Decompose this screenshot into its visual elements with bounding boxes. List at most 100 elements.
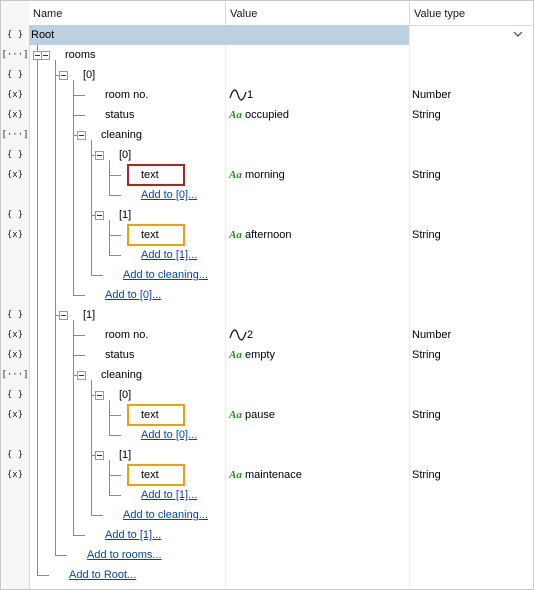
value-icon: {x} [6,170,24,180]
string-aa-icon: Aa [229,409,242,421]
tree-row[interactable]: { } [1] [1,205,533,225]
blank-icon [1,185,29,205]
add-item-row[interactable]: Add to [0]... [1,425,533,445]
add-item-link[interactable]: Add to [1]... [141,245,197,265]
tree-row[interactable]: {x} room no. 2 Number [1,325,533,345]
node-name: Root [31,29,55,41]
node-name: room no. [105,329,149,341]
node-value[interactable]: Aa morning [229,165,285,185]
header-value-type[interactable]: Value type [410,1,465,25]
tree-row[interactable]: { } [1] [1,445,533,465]
tree-row[interactable]: {x} text Aa pause String [1,405,533,425]
add-item-link[interactable]: Add to [1]... [105,525,161,545]
collapse-toggle-icon[interactable] [95,211,104,220]
node-value-text: morning [245,169,285,181]
collapse-toggle-icon[interactable] [59,311,68,320]
array-icon: [···] [1,370,29,380]
blank-icon [1,525,29,545]
add-item-link[interactable]: Add to cleaning... [123,505,208,525]
node-value-text: 1 [247,89,254,101]
string-aa-icon: Aa [229,469,242,481]
number-wave-icon [229,329,247,341]
node-value-type: String [412,349,441,361]
add-item-row[interactable]: Add to [1]... [1,485,533,505]
node-value[interactable]: Aa occupied [229,105,289,125]
blank-icon [1,565,29,585]
blank-icon [1,505,29,525]
node-name: cleaning [101,369,142,381]
value-icon: {x} [6,110,24,120]
add-item-link[interactable]: Add to [0]... [141,185,197,205]
value-icon: {x} [6,350,24,360]
add-item-link[interactable]: Add to Root... [69,565,136,585]
node-value[interactable]: Aa pause [229,405,275,425]
collapse-toggle-icon[interactable] [77,371,86,380]
tree-row[interactable]: { } Root [7,25,409,45]
value-icon: {x} [6,90,24,100]
add-item-row[interactable]: Add to cleaning... [1,265,533,285]
collapse-toggle-icon[interactable] [95,451,104,460]
tree-row[interactable]: {x} status Aa occupied String [1,105,533,125]
node-value-type: String [412,229,441,241]
tree-row[interactable]: {x} room no. 1 Number [1,85,533,105]
node-value-type: String [412,409,441,421]
tree-row[interactable]: { } [0] [1,65,533,85]
object-icon: { } [6,70,24,80]
node-value-text: empty [245,349,275,361]
node-name: [1] [119,209,132,221]
collapse-toggle-icon[interactable] [77,131,86,140]
tree-row[interactable]: { } [1] [1,305,533,325]
chevron-down-icon[interactable] [513,29,523,39]
object-icon: { } [6,150,24,160]
collapse-toggle-icon[interactable] [59,71,68,80]
header-value[interactable]: Value [226,1,257,25]
blank-icon [1,245,29,265]
tree-row[interactable]: { } [0] [1,145,533,165]
collapse-toggle-icon[interactable] [33,51,42,60]
add-item-link[interactable]: Add to [0]... [141,425,197,445]
number-wave-icon [229,89,247,101]
add-item-row[interactable]: Add to [1]... [1,525,533,545]
add-item-link[interactable]: Add to [1]... [141,485,197,505]
node-value-text: pause [245,409,275,421]
node-name: room no. [105,89,149,101]
node-value[interactable]: Aa empty [229,345,275,365]
value-icon: {x} [6,330,24,340]
tree-row[interactable]: {x} text Aa maintenace String [1,465,533,485]
node-name: cleaning [101,129,142,141]
tree-row[interactable]: {x} status Aa empty String [1,345,533,365]
node-value[interactable]: Aa afternoon [229,225,291,245]
node-value-text: maintenace [245,469,302,481]
collapse-toggle-icon[interactable] [95,391,104,400]
node-value-text: 2 [247,329,254,341]
node-name: [1] [119,449,132,461]
add-item-row[interactable]: Add to [1]... [1,245,533,265]
string-aa-icon: Aa [229,169,242,181]
add-item-row[interactable]: Add to [0]... [1,185,533,205]
node-name: text [141,229,159,241]
add-item-row[interactable]: Add to Root... [1,565,533,585]
object-icon: { } [6,310,24,320]
node-value-type: Number [412,329,452,341]
collapse-toggle-icon[interactable] [41,51,50,60]
add-item-link[interactable]: Add to [0]... [105,285,161,305]
node-value-type: Number [412,89,452,101]
node-value[interactable]: 2 [229,325,253,345]
add-item-row[interactable]: Add to rooms... [1,545,533,565]
tree-row[interactable]: {x} text Aa morning String [1,165,533,185]
header-name[interactable]: Name [29,1,62,25]
add-item-row[interactable]: Add to cleaning... [1,505,533,525]
node-value-text: occupied [245,109,290,121]
tree-row[interactable]: [···] rooms [1,45,533,65]
node-value-type: String [412,469,441,481]
tree-row[interactable]: { } [0] [1,385,533,405]
tree-row[interactable]: {x} text Aa afternoon String [1,225,533,245]
add-item-link[interactable]: Add to cleaning... [123,265,208,285]
add-item-link[interactable]: Add to rooms... [87,545,162,565]
node-value[interactable]: 1 [229,85,253,105]
node-value-type: String [412,169,441,181]
add-item-row[interactable]: Add to [0]... [1,285,533,305]
node-value[interactable]: Aa maintenace [229,465,302,485]
collapse-toggle-icon[interactable] [95,151,104,160]
object-icon: { } [6,390,24,400]
